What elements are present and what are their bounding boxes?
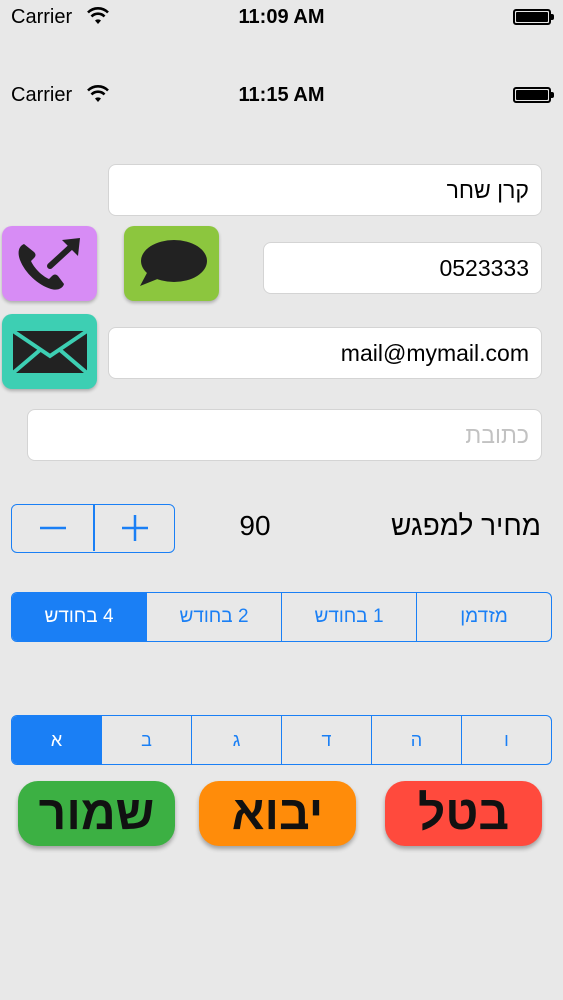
status-bar: Carrier 11:09 AM	[0, 0, 563, 40]
cancel-button[interactable]: בטל	[385, 781, 542, 846]
group-option[interactable]: ו	[461, 716, 551, 764]
plus-icon	[122, 515, 148, 541]
price-stepper	[11, 504, 175, 553]
price-label: מחיר למפגש	[391, 510, 541, 541]
group-option[interactable]: ג	[191, 716, 281, 764]
battery-icon	[513, 9, 554, 25]
import-button[interactable]: יבוא	[199, 781, 356, 846]
group-option[interactable]: ד	[281, 716, 371, 764]
frequency-option[interactable]: 4 בחודש	[12, 593, 146, 641]
group-option[interactable]: א	[12, 716, 101, 764]
name-field[interactable]	[108, 164, 542, 216]
email-button[interactable]	[2, 314, 97, 389]
call-button[interactable]	[2, 226, 97, 301]
status-time: 11:15 AM	[238, 84, 325, 106]
phone-field[interactable]	[263, 242, 542, 294]
chat-bubble-icon	[140, 240, 207, 286]
battery-icon	[513, 87, 554, 103]
address-field[interactable]	[27, 409, 542, 461]
sms-button[interactable]	[124, 226, 219, 301]
group-segmented-control: א ב ג ד ה ו	[11, 715, 552, 765]
save-button[interactable]: שמור	[18, 781, 175, 846]
decrement-button[interactable]	[12, 505, 93, 551]
status-bar: Carrier 11:15 AM	[0, 78, 563, 118]
frequency-segmented-control: 4 בחודש 2 בחודש 1 בחודש מזדמן	[11, 592, 552, 642]
status-time: 11:09 AM	[238, 6, 325, 28]
minus-icon	[40, 526, 66, 530]
frequency-option[interactable]: 1 בחודש	[281, 593, 416, 641]
increment-button[interactable]	[95, 505, 176, 551]
frequency-option[interactable]: 2 בחודש	[146, 593, 281, 641]
phone-call-icon	[18, 238, 80, 290]
price-value: 90	[239, 510, 271, 541]
email-field[interactable]	[108, 327, 542, 379]
group-option[interactable]: ב	[101, 716, 191, 764]
frequency-option[interactable]: מזדמן	[416, 593, 551, 641]
group-option[interactable]: ה	[371, 716, 461, 764]
envelope-icon	[11, 329, 89, 375]
